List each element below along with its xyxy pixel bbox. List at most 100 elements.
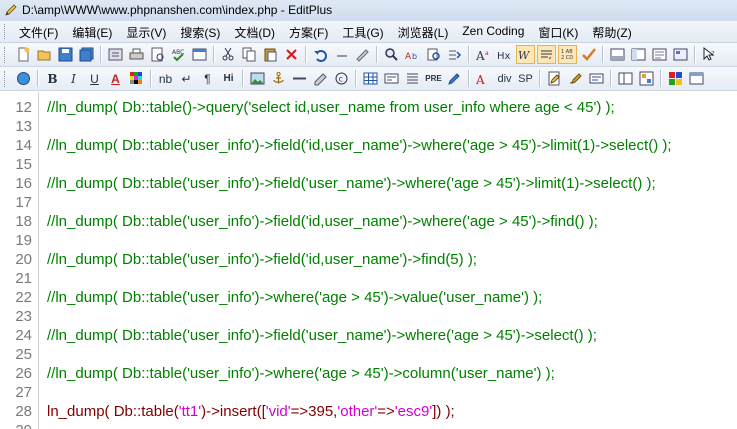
- form-icon[interactable]: [382, 69, 401, 88]
- menu-project[interactable]: 方案(F): [282, 21, 335, 42]
- menu-window[interactable]: 窗口(K): [531, 21, 585, 42]
- table-icon[interactable]: [361, 69, 380, 88]
- window-icon[interactable]: [687, 69, 706, 88]
- image-icon[interactable]: [248, 69, 267, 88]
- goto-line-icon[interactable]: [445, 45, 464, 64]
- spell-check-icon[interactable]: ABC: [169, 45, 188, 64]
- line-wrap-icon[interactable]: [537, 45, 556, 64]
- code-line[interactable]: 22 //ln_dump( Db::table('user_info')->whe…: [0, 289, 737, 308]
- code-text: ln_dump( Db::table('tt1')->insert(['vid'…: [47, 403, 455, 420]
- ftp-upload-icon[interactable]: [106, 45, 125, 64]
- line-number-icon[interactable]: 1 AB 2 CD: [558, 45, 577, 64]
- code-line[interactable]: 21: [0, 270, 737, 289]
- bold-button[interactable]: B: [43, 69, 62, 88]
- special-char-icon[interactable]: c: [332, 69, 351, 88]
- toolbar-grip[interactable]: [4, 70, 8, 87]
- undo-icon[interactable]: [311, 45, 330, 64]
- menu-grip[interactable]: [4, 24, 8, 39]
- code-editor[interactable]: 12 //ln_dump( Db::table()->query('select …: [0, 92, 737, 429]
- menu-edit[interactable]: 编辑(E): [65, 21, 119, 42]
- paragraph-button[interactable]: ¶: [198, 69, 217, 88]
- new-file-icon[interactable]: [14, 45, 33, 64]
- underline-button[interactable]: U: [85, 69, 104, 88]
- print-icon[interactable]: [127, 45, 146, 64]
- browser-preview-icon[interactable]: [190, 45, 209, 64]
- line-break-button[interactable]: ↵: [177, 69, 196, 88]
- cut-icon[interactable]: [219, 45, 238, 64]
- find-in-files-icon[interactable]: [424, 45, 443, 64]
- menu-zen-coding[interactable]: Zen Coding: [455, 21, 531, 42]
- menu-tools[interactable]: 工具(G): [335, 21, 390, 42]
- find-icon[interactable]: [382, 45, 401, 64]
- paste-icon[interactable]: [261, 45, 280, 64]
- menu-help[interactable]: 帮助(Z): [585, 21, 638, 42]
- globe-icon[interactable]: [14, 69, 33, 88]
- edit-pencil-icon[interactable]: [445, 69, 464, 88]
- italic-button[interactable]: I: [64, 69, 83, 88]
- word-wrap-icon[interactable]: W: [516, 45, 535, 64]
- help-pointer-icon[interactable]: ?: [700, 45, 719, 64]
- toolbar-grip[interactable]: [4, 46, 8, 63]
- toolbar-separator: [539, 70, 541, 87]
- frame-icon[interactable]: [616, 69, 635, 88]
- save-icon[interactable]: [56, 45, 75, 64]
- comment-tag-icon[interactable]: [311, 69, 330, 88]
- horizontal-rule-icon[interactable]: [290, 69, 309, 88]
- code-line[interactable]: 15: [0, 156, 737, 175]
- save-all-icon[interactable]: [77, 45, 96, 64]
- code-line[interactable]: 20 //ln_dump( Db::table('user_info')->fie…: [0, 251, 737, 270]
- brush-icon[interactable]: [566, 69, 585, 88]
- span-button[interactable]: SP: [516, 69, 535, 88]
- menu-file[interactable]: 文件(F): [12, 21, 65, 42]
- code-line[interactable]: 13: [0, 118, 737, 137]
- menu-view[interactable]: 显示(V): [119, 21, 173, 42]
- menu-browser[interactable]: 浏览器(L): [391, 21, 456, 42]
- title-bar: D:\amp\WWW\www.phpnanshen.com\index.php …: [0, 0, 737, 21]
- code-line[interactable]: 17: [0, 194, 737, 213]
- line-number: 22: [15, 289, 32, 306]
- checkmark-icon[interactable]: [579, 45, 598, 64]
- directory-window-icon[interactable]: [629, 45, 648, 64]
- line-number: 13: [15, 118, 32, 135]
- color-picker-icon[interactable]: [127, 69, 146, 88]
- hex-viewer-icon[interactable]: Hx: [495, 45, 514, 64]
- code-line[interactable]: 27: [0, 384, 737, 403]
- script-icon[interactable]: [587, 69, 606, 88]
- delete-icon[interactable]: [282, 45, 301, 64]
- anchor-icon[interactable]: [269, 69, 288, 88]
- comment-icon[interactable]: [353, 45, 372, 64]
- code-line[interactable]: 14 //ln_dump( Db::table('user_info')->fie…: [0, 137, 737, 156]
- font-tag-icon[interactable]: A: [474, 69, 493, 88]
- menu-document[interactable]: 文档(D): [227, 21, 282, 42]
- pre-button[interactable]: PRE: [424, 69, 443, 88]
- code-line[interactable]: 19: [0, 232, 737, 251]
- cliptext-window-icon[interactable]: [650, 45, 669, 64]
- font-color-button[interactable]: A: [106, 69, 125, 88]
- print-preview-icon[interactable]: [148, 45, 167, 64]
- code-line[interactable]: 18 //ln_dump( Db::table('user_info')->fie…: [0, 213, 737, 232]
- open-folder-icon[interactable]: [35, 45, 54, 64]
- redo-icon[interactable]: [332, 45, 351, 64]
- css-editor-icon[interactable]: [545, 69, 564, 88]
- list-icon[interactable]: [403, 69, 422, 88]
- font-size-icon[interactable]: Aa: [474, 45, 493, 64]
- heading-button[interactable]: Hi: [219, 69, 238, 88]
- replace-icon[interactable]: Ab: [403, 45, 422, 64]
- code-line[interactable]: 25: [0, 346, 737, 365]
- code-line[interactable]: 29: [0, 422, 737, 429]
- div-button[interactable]: div: [495, 69, 514, 88]
- nbsp-button[interactable]: nb: [156, 69, 175, 88]
- code-text: //ln_dump( Db::table()->query('select id…: [47, 99, 615, 116]
- code-line[interactable]: 12 //ln_dump( Db::table()->query('select …: [0, 99, 737, 118]
- output-window-icon[interactable]: [608, 45, 627, 64]
- layer-icon[interactable]: [637, 69, 656, 88]
- code-line[interactable]: 16 //ln_dump( Db::table('user_info')->fie…: [0, 175, 737, 194]
- copy-icon[interactable]: [240, 45, 259, 64]
- code-line[interactable]: 26 //ln_dump( Db::table('user_info')->whe…: [0, 365, 737, 384]
- code-line[interactable]: 23: [0, 308, 737, 327]
- code-line[interactable]: 28 ln_dump( Db::table('tt1')->insert(['vi…: [0, 403, 737, 422]
- color-grid-icon[interactable]: [666, 69, 685, 88]
- user-tool-icon[interactable]: [671, 45, 690, 64]
- code-line[interactable]: 24 //ln_dump( Db::table('user_info')->fie…: [0, 327, 737, 346]
- menu-search[interactable]: 搜索(S): [173, 21, 227, 42]
